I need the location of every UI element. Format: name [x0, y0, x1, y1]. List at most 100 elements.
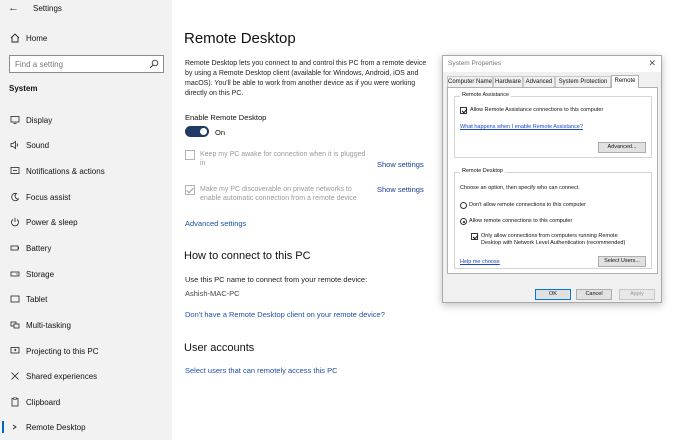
discoverable-checkbox[interactable] [185, 185, 195, 195]
sidebar-item-label: Display [26, 116, 53, 125]
display-icon [10, 116, 20, 124]
back-arrow-icon[interactable]: ← [8, 2, 19, 14]
tab-remote[interactable]: Remote [611, 75, 639, 88]
nla-checkbox[interactable] [471, 233, 478, 240]
ok-button[interactable]: OK [535, 289, 571, 300]
page-title: Remote Desktop [184, 30, 296, 47]
search-box[interactable] [9, 55, 164, 73]
tab-system-protection[interactable]: System Protection [555, 76, 611, 87]
sidebar-item-power-sleep[interactable]: Power & sleep [0, 211, 172, 233]
pc-name: Ashish-MAC-PC [185, 289, 240, 298]
sidebar-item-label: Shared experiences [26, 372, 98, 381]
remote-desktop-group: Remote Desktop Choose an option, then sp… [454, 168, 652, 269]
sidebar-item-sound[interactable]: Sound [0, 134, 172, 156]
close-icon[interactable]: ✕ [648, 58, 656, 69]
enable-remote-desktop-toggle[interactable] [185, 126, 209, 137]
moon-icon [11, 192, 20, 202]
sidebar-item-focus-assist[interactable]: Focus assist [0, 186, 172, 208]
storage-icon [10, 271, 20, 277]
shared-icon [11, 372, 19, 380]
remote-assistance-help-link[interactable]: What happens when I enable Remote Assist… [460, 124, 583, 130]
sidebar-item-label: Focus assist [26, 193, 71, 202]
title-bar: ← Settings [0, 0, 172, 18]
sidebar-item-label: Projecting to this PC [26, 347, 99, 356]
connect-instructions: Use this PC name to connect from your re… [185, 275, 368, 284]
sidebar-item-label: Remote Desktop [26, 423, 86, 432]
sidebar-item-label: Power & sleep [26, 218, 78, 227]
show-settings-link-1[interactable]: Show settings [377, 160, 424, 169]
sidebar-item-label: Battery [26, 244, 52, 253]
advanced-settings-link[interactable]: Advanced settings [185, 219, 246, 228]
apply-button[interactable]: Apply [619, 289, 655, 300]
select-users-link[interactable]: Select users that can remotely access th… [185, 366, 338, 375]
remote-desktop-icon [12, 424, 17, 430]
sidebar-item-label: Sound [26, 141, 50, 150]
show-settings-link-2[interactable]: Show settings [377, 185, 424, 194]
nla-label-line2: Desktop with Network Level Authenticatio… [481, 240, 626, 246]
select-users-button[interactable]: Select Users... [598, 256, 646, 267]
sidebar-item-label: Clipboard [26, 398, 61, 407]
search-input[interactable] [15, 59, 145, 70]
remote-tab-panel: Remote Assistance Allow Remote Assistanc… [447, 87, 658, 274]
sidebar-item-tablet[interactable]: Tablet [0, 288, 172, 310]
sidebar-item-clipboard[interactable]: Clipboard [0, 391, 172, 413]
description: Remote Desktop lets you connect to and c… [185, 60, 427, 97]
remote-desktop-prompt: Choose an option, then specify who can c… [460, 185, 580, 191]
dialog-tabs: Computer Name Hardware Advanced System P… [447, 75, 659, 88]
connect-heading: How to connect to this PC [184, 250, 311, 262]
nla-label-line1: Only allow connections from computers ru… [481, 233, 618, 239]
no-client-link[interactable]: Don't have a Remote Desktop client on yo… [185, 310, 385, 319]
projector-icon [10, 347, 20, 354]
power-icon [11, 217, 19, 227]
user-accounts-heading: User accounts [184, 342, 255, 354]
tab-hardware[interactable]: Hardware [493, 76, 523, 87]
discoverable-label: Make my PC discoverable on private netwo… [200, 186, 357, 202]
remote-assistance-title: Remote Assistance [460, 92, 512, 98]
system-properties-dialog: System Properties ✕ Computer Name Hardwa… [442, 55, 662, 303]
settings-sidebar: ← Settings Home System Display Sound Not… [0, 0, 172, 440]
remote-assistance-group: Remote Assistance Allow Remote Assistanc… [454, 92, 652, 158]
clipboard-icon [11, 397, 19, 407]
allow-remote-assistance-label: Allow Remote Assistance connections to t… [470, 107, 604, 113]
tab-advanced[interactable]: Advanced [523, 76, 555, 87]
battery-icon [10, 245, 19, 251]
dialog-title: System Properties [448, 60, 502, 67]
dont-allow-label: Don't allow remote connections to this c… [469, 202, 586, 208]
active-indicator [2, 421, 4, 433]
search-icon[interactable] [149, 59, 159, 69]
sidebar-item-label: Notifications & actions [26, 167, 105, 176]
sidebar-item-remote-desktop[interactable]: Remote Desktop [0, 416, 172, 438]
dont-allow-radio[interactable] [460, 202, 467, 209]
cancel-button[interactable]: Cancel [576, 289, 612, 300]
sidebar-item-projecting[interactable]: Projecting to this PC [0, 340, 172, 362]
enable-remote-desktop-label: Enable Remote Desktop [185, 113, 267, 122]
allow-remote-radio[interactable] [460, 218, 467, 225]
keep-awake-checkbox[interactable] [185, 150, 195, 160]
sidebar-item-storage[interactable]: Storage [0, 263, 172, 285]
remote-desktop-title: Remote Desktop [460, 168, 505, 174]
home-icon [10, 33, 20, 43]
advanced-button[interactable]: Advanced... [598, 142, 646, 153]
sidebar-item-label: Tablet [26, 295, 48, 304]
sidebar-item-notifications[interactable]: Notifications & actions [0, 160, 172, 182]
sidebar-item-shared-experiences[interactable]: Shared experiences [0, 365, 172, 387]
tab-computer-name[interactable]: Computer Name [447, 76, 493, 87]
sidebar-item-display[interactable]: Display [0, 109, 172, 131]
multitasking-icon [10, 321, 20, 329]
app-title: Settings [33, 4, 62, 13]
nav-home[interactable]: Home [0, 29, 172, 49]
allow-remote-assistance-checkbox[interactable] [460, 107, 467, 114]
sidebar-item-battery[interactable]: Battery [0, 237, 172, 259]
sidebar-item-multitasking[interactable]: Multi-tasking [0, 314, 172, 336]
tablet-icon [10, 295, 20, 303]
sidebar-item-label: Multi-tasking [26, 321, 71, 330]
sidebar-item-label: Storage [26, 270, 55, 279]
help-me-choose-link[interactable]: Help me choose [460, 259, 500, 265]
allow-remote-label: Allow remote connections to this compute… [469, 218, 573, 224]
dialog-titlebar: System Properties ✕ [443, 56, 661, 72]
section-label: System [9, 84, 38, 93]
toggle-knob [200, 128, 207, 135]
keep-awake-label: Keep my PC awake for connection when it … [200, 151, 366, 167]
notification-icon [10, 167, 20, 174]
speaker-icon [10, 140, 18, 150]
